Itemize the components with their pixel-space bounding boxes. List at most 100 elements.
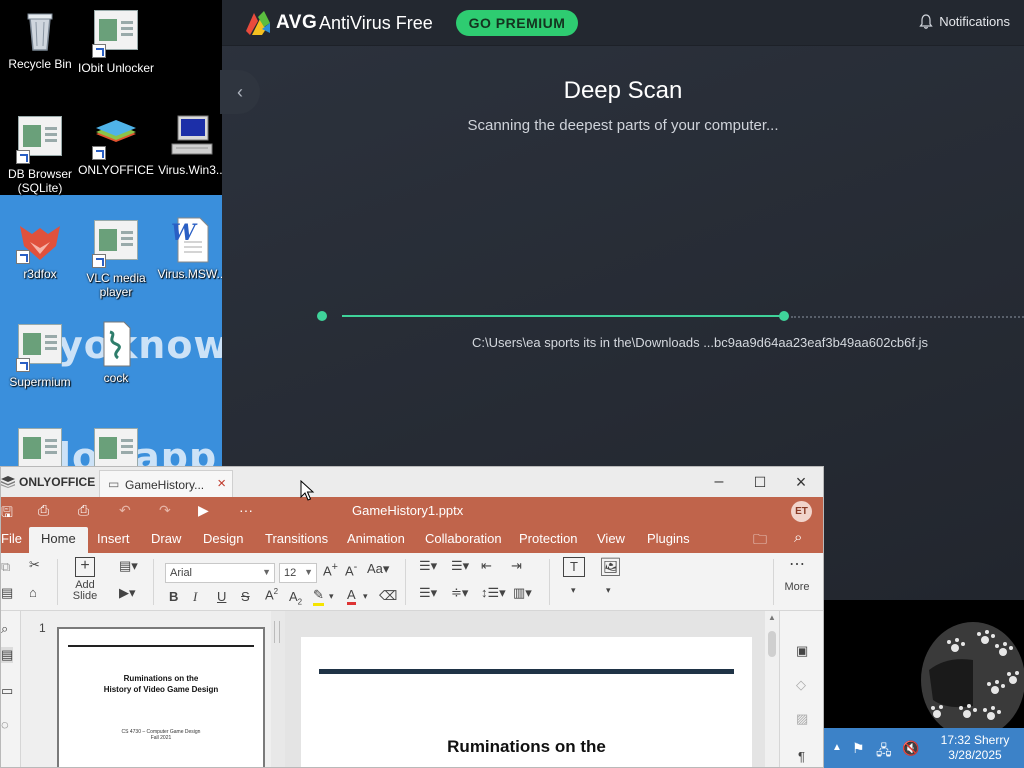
tab-collaboration[interactable]: Collaboration <box>425 531 502 546</box>
undo-icon[interactable]: ↶ <box>119 502 131 519</box>
panel-splitter[interactable] <box>271 611 285 767</box>
strikethrough-icon[interactable]: S <box>241 589 250 604</box>
bullets-icon[interactable]: ☰▾ <box>419 558 437 574</box>
clear-formatting-icon[interactable]: ⌫ <box>379 588 397 604</box>
tab-plugins[interactable]: Plugins <box>647 531 690 546</box>
copy-icon[interactable]: ⧉ <box>1 559 10 575</box>
underline-icon[interactable]: U <box>217 589 226 604</box>
desktop-icon-onlyoffice[interactable]: ONLYOFFICE <box>76 112 156 177</box>
decrease-font-icon[interactable]: A- <box>345 561 357 578</box>
slide-title[interactable]: Ruminations on the <box>301 737 752 757</box>
tab-transitions[interactable]: Transitions <box>265 531 328 546</box>
desktop-icon-recycle-bin[interactable]: Recycle Bin <box>0 6 80 71</box>
tab-design[interactable]: Design <box>203 531 243 546</box>
flag-icon[interactable]: ⚑ <box>852 740 865 757</box>
open-file-location-icon[interactable]: 🗀 <box>753 529 767 553</box>
font-name-select[interactable]: Arial ▼ <box>165 563 275 583</box>
search-icon[interactable]: ⌕ <box>794 529 802 546</box>
print-icon[interactable]: ⎙ <box>38 502 49 519</box>
tab-protection[interactable]: Protection <box>519 531 578 546</box>
tab-animation[interactable]: Animation <box>347 531 405 546</box>
system-tray: ▲ ⚑ 🖧 🔇 17:32 Sherry 3/28/2025 <box>824 728 1024 768</box>
slide[interactable]: Ruminations on the <box>301 637 752 767</box>
desktop-icon-supermium[interactable]: Supermium <box>0 320 80 389</box>
clock[interactable]: 17:32 Sherry 3/28/2025 <box>932 733 1018 763</box>
comments-icon[interactable]: ▭ <box>1 683 13 699</box>
subscript-icon[interactable]: A2 <box>289 589 302 607</box>
cut-icon[interactable]: ✂ <box>29 557 40 573</box>
desktop-icon-iobit-unlocker[interactable]: IObit Unlocker <box>76 6 156 75</box>
italic-icon[interactable]: I <box>193 589 197 605</box>
bold-icon[interactable]: B <box>169 589 178 604</box>
slide-settings-icon[interactable]: ▣ <box>796 643 808 659</box>
highlight-icon[interactable]: ✎ <box>313 587 324 606</box>
redo-icon[interactable]: ↷ <box>159 502 171 519</box>
vertical-scrollbar[interactable]: ▲ <box>765 611 779 767</box>
superscript-icon[interactable]: A2 <box>265 587 278 602</box>
minimize-button[interactable]: – <box>701 471 737 493</box>
tab-file[interactable]: File <box>1 531 22 546</box>
document-tab[interactable]: ▭ GameHistory... × <box>99 470 233 497</box>
font-size-select[interactable]: 12 ▼ <box>279 563 317 583</box>
change-slide-icon[interactable]: ▶▾ <box>119 585 136 601</box>
progress-start-dot <box>317 311 327 321</box>
onlyoffice-home-tab[interactable]: ONLYOFFICE <box>1 475 95 489</box>
decrease-indent-icon[interactable]: ⇤ <box>481 558 492 574</box>
go-premium-button[interactable]: GO PREMIUM <box>456 10 578 36</box>
format-painter-icon[interactable]: ⌂ <box>29 585 37 600</box>
tab-view[interactable]: View <box>597 531 625 546</box>
increase-font-icon[interactable]: A+ <box>323 561 338 578</box>
change-case-icon[interactable]: Aa▾ <box>367 561 389 577</box>
slideshow-icon[interactable]: ▶ <box>198 502 209 519</box>
show-hidden-icons-icon[interactable]: ▲ <box>832 742 842 753</box>
line-spacing-icon[interactable]: ↕☰▾ <box>481 585 506 601</box>
image-icon[interactable]: 🖼 <box>599 557 622 578</box>
user-avatar[interactable]: ET <box>791 501 812 522</box>
desktop-icon-virus-msw[interactable]: W Virus.MSW... <box>152 216 222 281</box>
chevron-down-icon[interactable]: ▾ <box>606 585 611 596</box>
chevron-down-icon[interactable]: ▾ <box>571 585 576 596</box>
quick-print-icon[interactable]: ⎙ <box>78 502 89 519</box>
slide-thumbnail[interactable]: Ruminations on the History of Video Game… <box>57 627 265 767</box>
save-icon[interactable]: 🖫 <box>1 502 13 526</box>
search-icon[interactable]: ⌕ <box>1 621 8 637</box>
image-settings-icon[interactable]: ▨ <box>796 711 808 727</box>
scroll-up-icon[interactable]: ▲ <box>768 613 776 622</box>
numbering-icon[interactable]: ☰▾ <box>451 558 469 574</box>
more-options-icon[interactable]: ··· <box>239 502 253 518</box>
add-slide-button[interactable]: + Add Slide <box>67 557 103 602</box>
chevron-down-icon[interactable]: ▾ <box>329 591 334 602</box>
tab-insert[interactable]: Insert <box>97 531 130 546</box>
paragraph-settings-icon[interactable]: ¶ <box>798 749 805 764</box>
scrollbar-thumb[interactable] <box>768 631 776 657</box>
more-options-icon: ⋯ <box>789 556 805 573</box>
shape-settings-icon[interactable]: ◇ <box>796 677 806 693</box>
close-window-button[interactable]: × <box>783 471 819 493</box>
increase-indent-icon[interactable]: ⇥ <box>511 558 522 574</box>
maximize-button[interactable]: ☐ <box>742 471 778 493</box>
chevron-down-icon[interactable]: ▾ <box>363 591 368 602</box>
vertical-align-icon[interactable]: ≑▾ <box>451 585 468 601</box>
desktop-icon-db-browser[interactable]: DB Browser (SQLite) <box>0 112 80 195</box>
font-color-icon[interactable]: A <box>347 587 356 605</box>
align-left-icon[interactable]: ☰▾ <box>419 585 437 601</box>
desktop-icon-r3dfox[interactable]: r3dfox <box>0 216 80 281</box>
network-icon[interactable]: 🖧 <box>876 740 892 764</box>
desktop-icon-virus-win3[interactable]: Virus.Win3... <box>152 112 222 177</box>
text-box-icon[interactable]: T <box>563 557 585 577</box>
notifications-button[interactable]: Notifications <box>919 14 1010 29</box>
chat-icon[interactable]: ◌ <box>1 717 9 732</box>
volume-muted-icon[interactable]: 🔇 <box>902 740 919 757</box>
tab-home[interactable]: Home <box>29 527 88 553</box>
paste-icon[interactable]: ▤ <box>1 585 13 601</box>
more-button[interactable]: ⋯ More <box>781 556 813 594</box>
close-tab-icon[interactable]: × <box>217 475 226 492</box>
tab-draw[interactable]: Draw <box>151 531 181 546</box>
splitter-handle[interactable] <box>274 621 280 643</box>
columns-icon[interactable]: ▥▾ <box>513 585 532 601</box>
desktop-icon-vlc[interactable]: VLC media player <box>76 216 156 299</box>
desktop-icon-cock[interactable]: cock <box>76 320 156 385</box>
layout-icon[interactable]: ▤▾ <box>119 558 138 574</box>
slide-editor-canvas[interactable]: Ruminations on the <box>285 611 765 767</box>
slides-panel-icon[interactable]: ▤ <box>1 647 14 663</box>
